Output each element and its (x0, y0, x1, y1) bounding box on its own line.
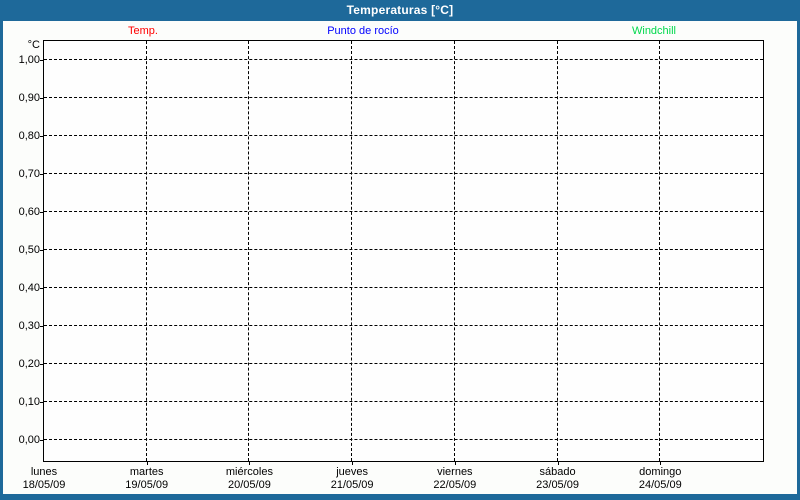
x-day-name: lunes (30, 466, 58, 478)
x-day-date: 20/05/09 (228, 479, 271, 491)
y-tick-label: 0,20 (18, 358, 40, 370)
y-axis-tick (40, 326, 44, 327)
y-axis-tick (40, 212, 44, 213)
x-day-label: jueves 21/05/09 (331, 466, 374, 492)
x-day-label: miércoles 20/05/09 (226, 466, 273, 492)
x-axis-tick (352, 461, 354, 465)
y-tick-label: 0,30 (18, 320, 40, 332)
x-day-date: 23/05/09 (536, 479, 579, 491)
legend-item-temp: Temp. (128, 25, 158, 37)
legend-item-windchill: Windchill (631, 25, 677, 37)
x-day-name: domingo (639, 466, 682, 478)
y-tick-label: 0,90 (18, 92, 40, 104)
x-day-name: miércoles (225, 466, 273, 478)
y-axis-unit-label: °C (27, 39, 40, 51)
y-axis-tick (40, 440, 44, 441)
y-tick-label: 0,50 (18, 244, 40, 256)
x-axis-tick (146, 461, 148, 465)
y-tick-label: 0,60 (18, 206, 40, 218)
y-axis-tick (40, 288, 44, 289)
y-axis-tick (40, 364, 44, 365)
x-day-name: jueves (336, 466, 369, 478)
x-day-label: martes 19/05/09 (125, 466, 168, 492)
y-axis-tick (40, 60, 44, 61)
x-day-name: viernes (437, 466, 473, 478)
x-day-name: sábado (539, 466, 576, 478)
y-tick-label: 0,40 (18, 282, 40, 294)
series-layer (44, 41, 763, 461)
x-day-date: 21/05/09 (330, 479, 374, 491)
y-axis-tick (40, 174, 44, 175)
x-axis-tick (660, 461, 662, 465)
x-day-date: 22/05/09 (433, 479, 477, 491)
x-day-label: lunes 18/05/09 (23, 466, 66, 492)
chart-title: Temperaturas [°C] (346, 3, 454, 17)
x-axis-tick (249, 461, 251, 465)
y-tick-label: 0,00 (18, 434, 40, 446)
x-axis-tick (454, 461, 456, 465)
x-day-label: domingo 24/05/09 (639, 466, 682, 492)
y-tick-label: 0,80 (18, 130, 40, 142)
x-day-name: martes (129, 466, 164, 478)
x-day-date: 24/05/09 (638, 479, 682, 491)
title-bar: Temperaturas [°C] (0, 0, 800, 21)
y-tick-label: 0,10 (18, 396, 40, 408)
x-day-date: 19/05/09 (125, 479, 169, 491)
y-tick-label: 1,00 (18, 54, 40, 66)
legend-item-dew-point: Punto de rocío (327, 25, 399, 37)
x-day-label: viernes 22/05/09 (433, 466, 476, 492)
plot-area (43, 40, 764, 462)
y-axis-tick (40, 250, 44, 251)
x-day-label: sábado 23/05/09 (536, 466, 579, 492)
y-axis-tick (40, 402, 44, 403)
x-axis-tick (557, 461, 559, 465)
chart-window: Temperaturas [°C] Temp. Punto de rocío W… (0, 0, 800, 500)
x-day-date: 18/05/09 (22, 479, 66, 491)
y-axis-tick (40, 98, 44, 99)
y-tick-label: 0,70 (18, 168, 40, 180)
y-axis-tick (40, 136, 44, 137)
